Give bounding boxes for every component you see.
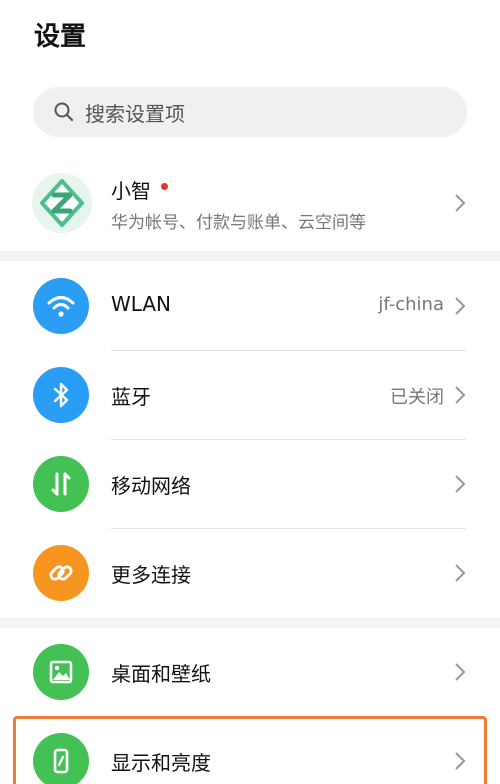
search-placeholder: 搜索设置项 <box>85 101 185 126</box>
highlight-box <box>13 716 487 784</box>
search-icon <box>53 101 75 123</box>
account-item[interactable]: 小智 华为帐号、付款与账单、云空间等 <box>0 155 500 251</box>
settings-row-bluetooth[interactable]: 蓝牙 已关闭 <box>0 351 500 440</box>
settings-row-more-connections[interactable]: 更多连接 <box>0 529 500 618</box>
chevron-right-icon <box>455 475 466 493</box>
notification-dot <box>161 183 168 190</box>
row-label: 桌面和壁纸 <box>111 662 211 686</box>
avatar <box>32 173 92 233</box>
row-label: 移动网络 <box>111 474 191 498</box>
row-label: 更多连接 <box>111 563 191 587</box>
section-divider <box>0 251 500 261</box>
account-name: 小智 <box>111 179 151 203</box>
chevron-right-icon <box>455 194 466 212</box>
chevron-right-icon <box>455 564 466 582</box>
settings-row-wlan[interactable]: WLAN jf-china <box>0 262 500 351</box>
row-label: WLAN <box>111 292 172 316</box>
row-value: 已关闭 <box>390 387 444 408</box>
search-bar[interactable]: 搜索设置项 <box>33 87 467 137</box>
settings-row-wallpaper[interactable]: 桌面和壁纸 <box>0 628 500 717</box>
bluetooth-icon <box>33 367 89 423</box>
row-label: 蓝牙 <box>111 385 151 409</box>
mobile-network-icon <box>33 456 89 512</box>
wallpaper-icon <box>33 644 89 700</box>
link-icon <box>33 545 89 601</box>
chevron-right-icon <box>455 386 466 404</box>
wifi-icon <box>33 278 89 334</box>
section-divider <box>0 618 500 628</box>
settings-row-mobile-network[interactable]: 移动网络 <box>0 440 500 529</box>
chevron-right-icon <box>455 663 466 681</box>
row-value: jf-china <box>378 294 444 315</box>
page-title: 设置 <box>34 22 87 52</box>
account-subtitle: 华为帐号、付款与账单、云空间等 <box>111 213 366 233</box>
chevron-right-icon <box>455 297 466 315</box>
